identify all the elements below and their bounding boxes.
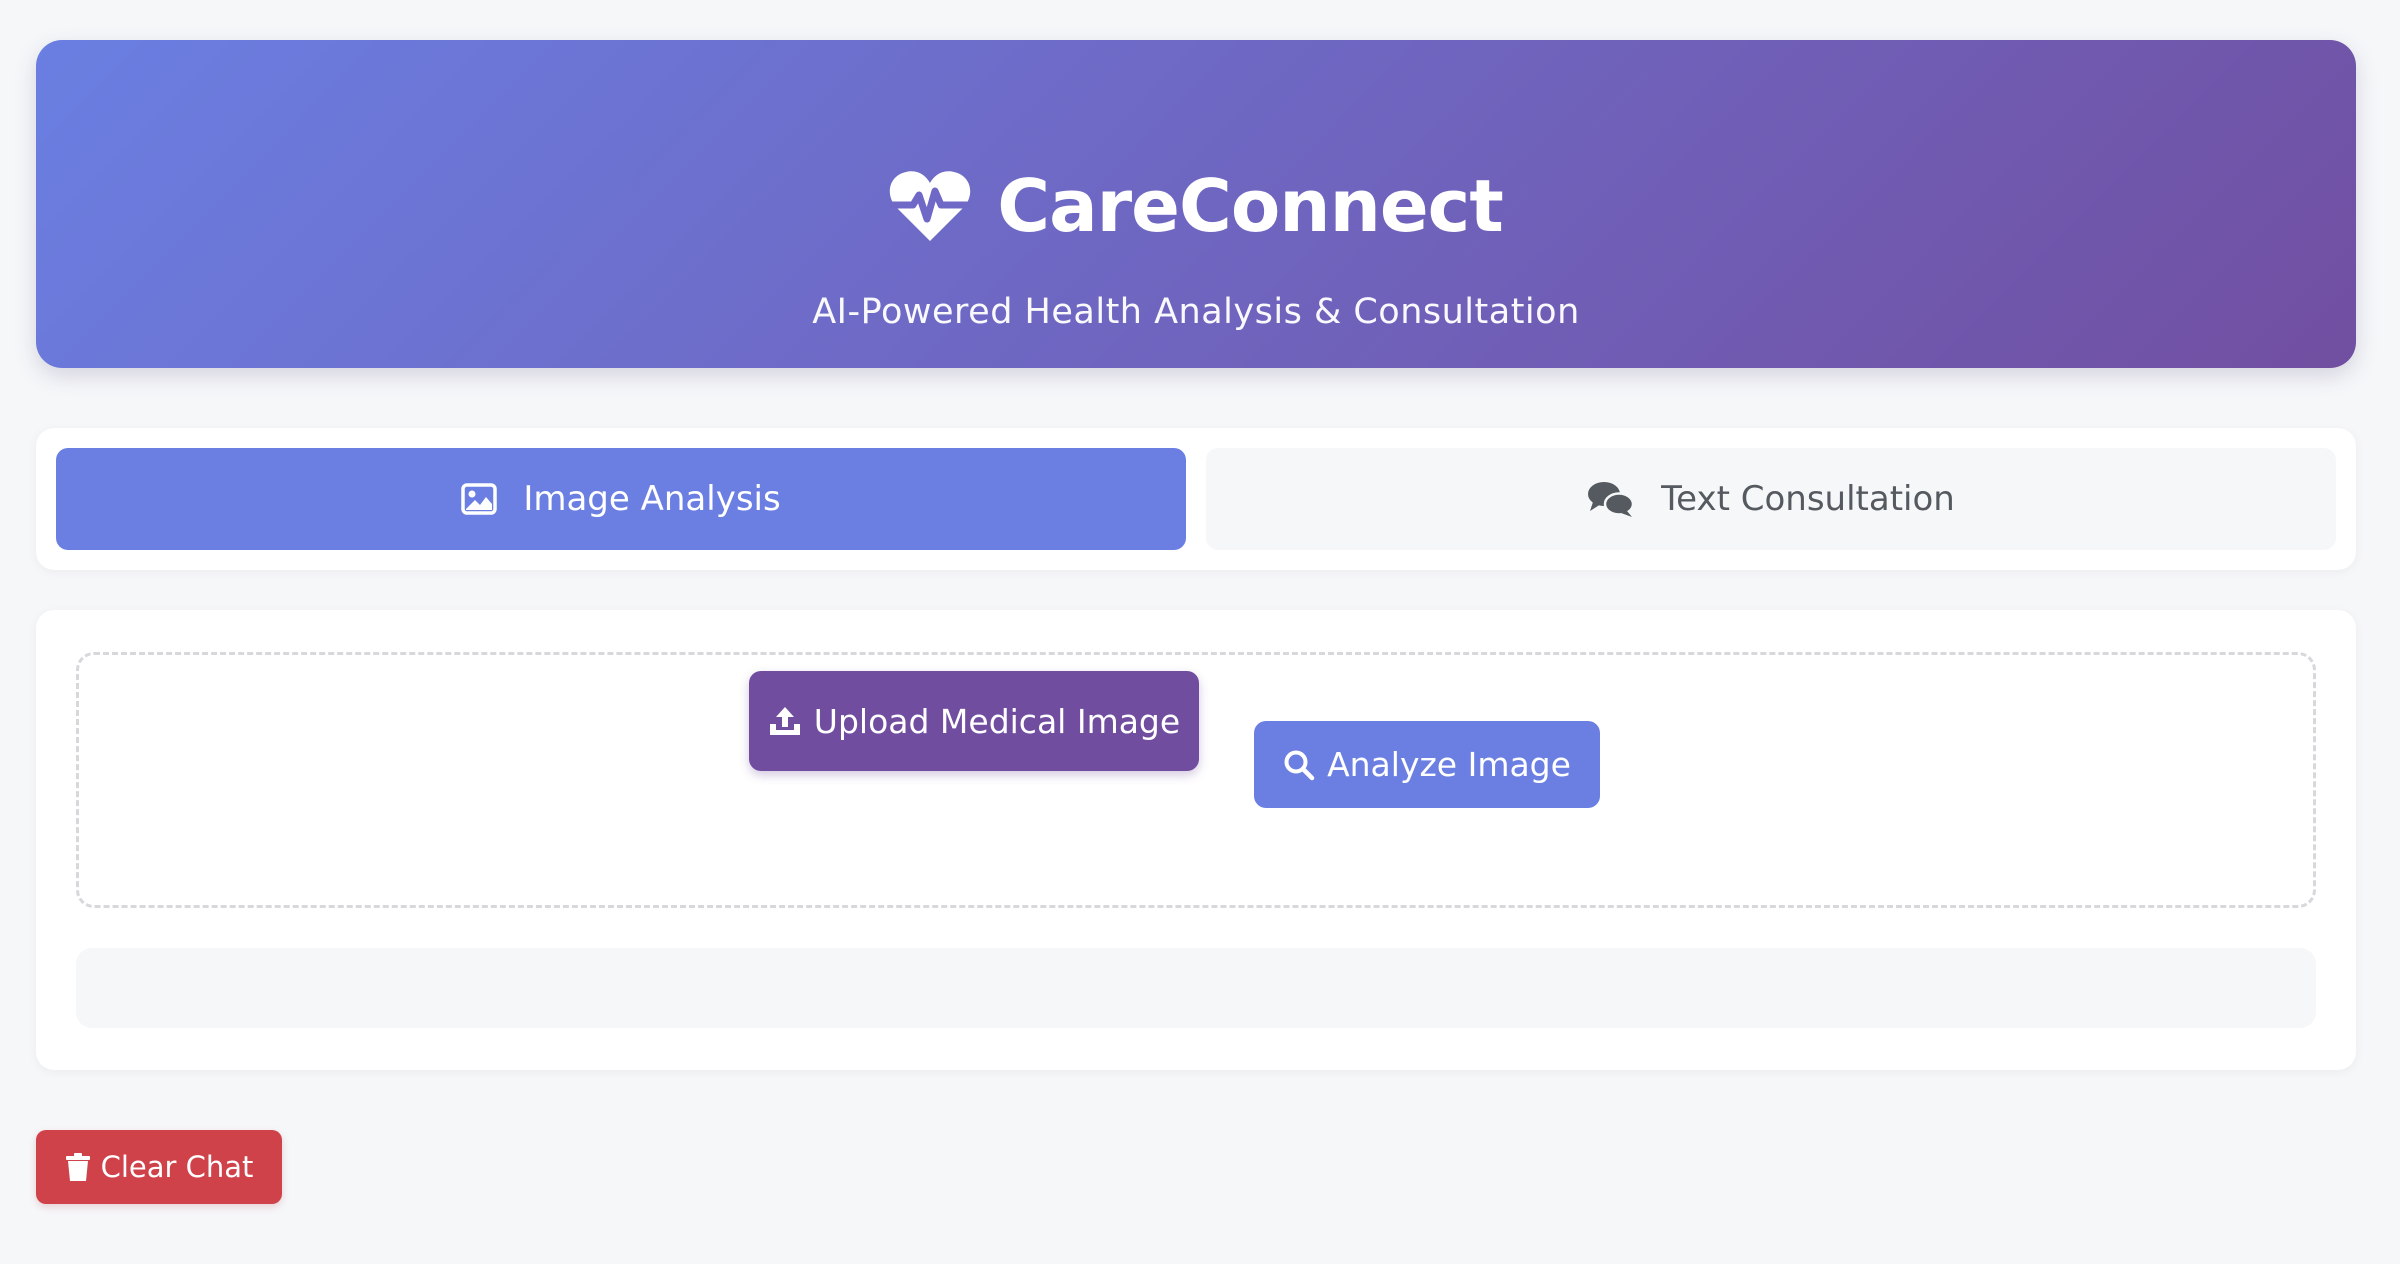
image-icon xyxy=(461,483,498,515)
clear-chat-label: Clear Chat xyxy=(100,1150,254,1184)
clear-chat-button[interactable]: Clear Chat xyxy=(36,1130,282,1204)
tab-label: Image Analysis xyxy=(523,479,781,519)
app-title: CareConnect xyxy=(997,164,1504,248)
trash-icon xyxy=(65,1152,91,1182)
analysis-result-area xyxy=(76,948,2316,1028)
analyze-button-label: Analyze Image xyxy=(1327,745,1571,784)
search-icon xyxy=(1283,749,1315,781)
upload-icon xyxy=(768,705,802,737)
heartbeat-icon xyxy=(889,169,972,243)
app-header: CareConnect AI-Powered Health Analysis &… xyxy=(36,40,2356,368)
tab-text-consultation[interactable]: Text Consultation xyxy=(1206,448,2336,550)
title-row: CareConnect xyxy=(36,152,2356,260)
comments-icon xyxy=(1587,480,1635,518)
tab-label: Text Consultation xyxy=(1661,479,1955,519)
app-subtitle: AI-Powered Health Analysis & Consultatio… xyxy=(812,292,1580,332)
analyze-image-button[interactable]: Analyze Image xyxy=(1254,721,1600,808)
upload-button-label: Upload Medical Image xyxy=(813,701,1181,741)
upload-medical-image-button[interactable]: Upload Medical Image xyxy=(749,671,1199,771)
tab-bar: Image Analysis Text Consultation xyxy=(36,428,2356,570)
tab-image-analysis[interactable]: Image Analysis xyxy=(56,448,1186,550)
